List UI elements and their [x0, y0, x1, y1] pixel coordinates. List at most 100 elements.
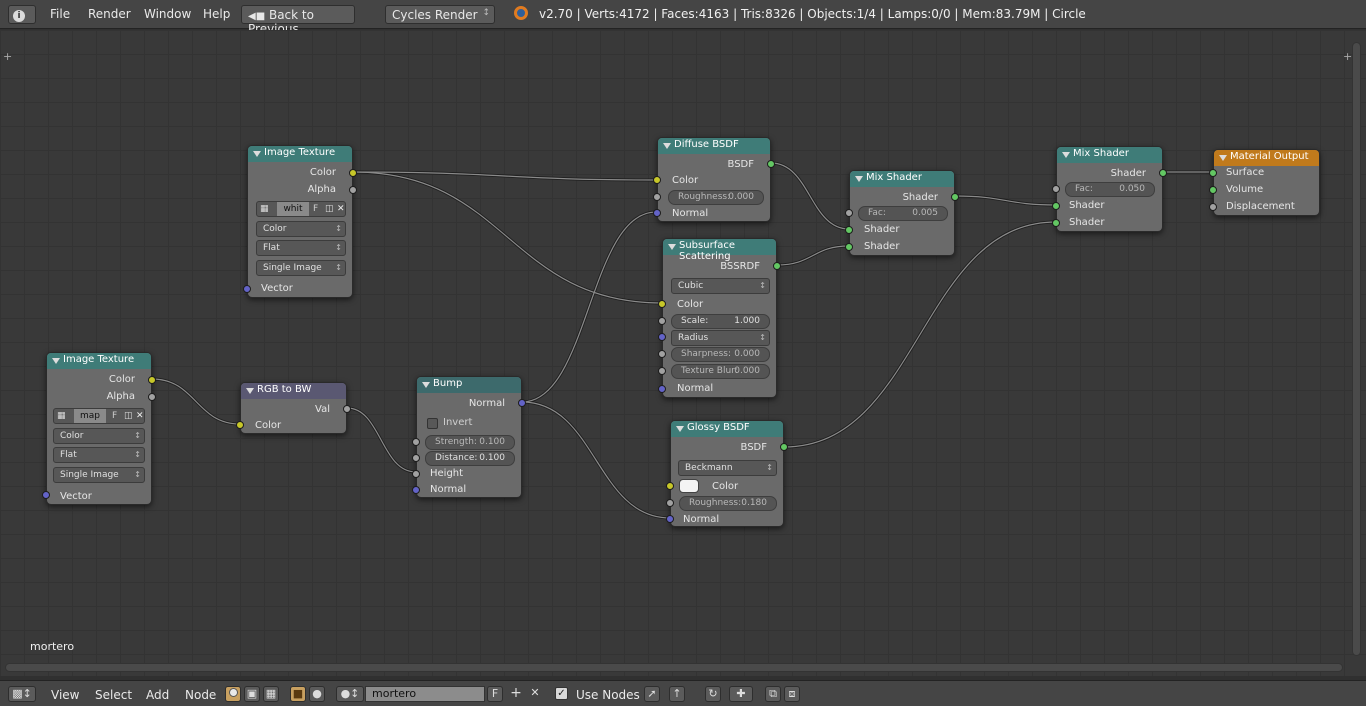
material-browse-icon[interactable]: ●↕ [336, 686, 364, 702]
image-texture-node-1[interactable]: Image Texture Color Alpha ▦ whit F ◫ ✕ C… [243, 145, 357, 298]
input-shader-socket-2[interactable] [1052, 219, 1060, 227]
input-radius-socket[interactable] [658, 333, 666, 341]
add-material-icon[interactable]: + [508, 686, 524, 702]
input-shader-socket-1[interactable] [845, 226, 853, 234]
open-folder-icon[interactable]: ◫ [325, 202, 334, 216]
node-header[interactable]: Bump [417, 377, 521, 393]
input-color-socket[interactable] [653, 176, 661, 184]
go-to-parent-icon[interactable]: ↑ [669, 686, 685, 702]
distance-field[interactable]: Distance: 0.100 [425, 451, 515, 466]
strength-field[interactable]: Strength: 0.100 [425, 435, 515, 450]
unlink-material-icon[interactable]: ✕ [527, 686, 543, 702]
image-datablock-selector[interactable]: ▦ whit F ◫ ✕ [256, 201, 346, 217]
input-sharpness-socket[interactable] [658, 350, 666, 358]
menu-window[interactable]: Window [144, 7, 191, 21]
mix-shader-node-1[interactable]: Mix Shader Shader Fac: 0.005 Shader Shad… [845, 170, 959, 256]
rgb-to-bw-node[interactable]: RGB to BW Val Color [236, 382, 351, 434]
texture-nodes-icon[interactable]: ▦ [263, 686, 279, 702]
image-texture-node-2[interactable]: Image Texture Color Alpha ▦ map F ◫ ✕ Co… [42, 352, 156, 505]
fac-field[interactable]: Fac: 0.050 [1065, 182, 1155, 197]
output-alpha-socket[interactable] [349, 186, 357, 194]
editor-type-node-button[interactable]: ▩↕ [8, 686, 36, 702]
menu-help[interactable]: Help [203, 7, 230, 21]
snap-toggle-icon[interactable]: ↻ [705, 686, 721, 702]
image-datablock-selector[interactable]: ▦ map F ◫ ✕ [53, 408, 145, 424]
node-header[interactable]: Glossy BSDF [671, 421, 783, 437]
output-bssrdf-socket[interactable] [773, 262, 781, 270]
menu-view[interactable]: View [51, 688, 79, 702]
pin-icon[interactable]: ➚ [644, 686, 660, 702]
input-normal-socket[interactable] [412, 486, 420, 494]
menu-render[interactable]: Render [88, 7, 131, 21]
input-displacement-socket[interactable] [1209, 203, 1217, 211]
bump-node[interactable]: Bump Normal Invert Strength: 0.100 Dista… [412, 376, 526, 498]
node-header[interactable]: Mix Shader [850, 171, 954, 187]
input-vector-socket[interactable] [42, 491, 50, 499]
input-normal-socket[interactable] [658, 385, 666, 393]
input-strength-socket[interactable] [412, 438, 420, 446]
source-select[interactable]: Single Image [53, 467, 145, 483]
falloff-select[interactable]: Cubic [671, 278, 770, 294]
node-header[interactable]: Diffuse BSDF [658, 138, 770, 154]
input-surface-socket[interactable] [1209, 169, 1217, 177]
output-alpha-socket[interactable] [148, 393, 156, 401]
output-color-socket[interactable] [349, 169, 357, 177]
source-select[interactable]: Single Image [256, 260, 346, 276]
fake-user-button[interactable]: F [112, 409, 117, 423]
input-fac-socket[interactable] [845, 209, 853, 217]
input-scale-socket[interactable] [658, 317, 666, 325]
projection-select[interactable]: Flat [256, 240, 346, 256]
color-space-select[interactable]: Color [53, 428, 145, 444]
menu-node[interactable]: Node [185, 688, 216, 702]
image-name-field[interactable]: whit [277, 202, 309, 216]
editor-type-info-button[interactable]: i [8, 5, 36, 24]
shader-nodes-icon[interactable] [225, 686, 241, 702]
back-to-previous-button[interactable]: ◀■ Back to Previous [241, 5, 355, 36]
input-color-socket[interactable] [658, 300, 666, 308]
properties-expand-icon[interactable]: + [1343, 50, 1352, 63]
output-bsdf-socket[interactable] [780, 443, 788, 451]
fac-field[interactable]: Fac: 0.005 [858, 206, 948, 221]
node-header[interactable]: Material Output [1214, 150, 1319, 166]
texture-blur-field[interactable]: Texture Blur: 0.000 [671, 364, 770, 379]
world-shader-icon[interactable]: ● [309, 686, 325, 702]
input-height-socket[interactable] [412, 470, 420, 478]
input-distance-socket[interactable] [412, 454, 420, 462]
input-shader-socket-1[interactable] [1052, 202, 1060, 210]
open-folder-icon[interactable]: ◫ [124, 409, 133, 423]
input-roughness-socket[interactable] [653, 193, 661, 201]
input-normal-socket[interactable] [666, 515, 674, 523]
compositing-nodes-icon[interactable]: ▣ [244, 686, 260, 702]
radius-field[interactable]: Radius [671, 330, 770, 346]
diffuse-bsdf-node[interactable]: Diffuse BSDF BSDF Color Roughness: 0.000… [653, 137, 775, 222]
menu-add[interactable]: Add [146, 688, 169, 702]
image-browse-icon[interactable]: ▦ [260, 202, 269, 216]
node-header[interactable]: Mix Shader [1057, 147, 1162, 163]
close-icon[interactable]: ✕ [337, 202, 345, 216]
output-color-socket[interactable] [148, 376, 156, 384]
object-shader-icon[interactable]: ■ [290, 686, 306, 702]
input-color-socket[interactable] [666, 482, 674, 490]
image-browse-icon[interactable]: ▦ [57, 409, 66, 423]
fake-user-button[interactable]: F [313, 202, 318, 216]
input-shader-socket-2[interactable] [845, 243, 853, 251]
scale-field[interactable]: Scale: 1.000 [671, 314, 770, 329]
output-normal-socket[interactable] [518, 399, 526, 407]
roughness-field[interactable]: Roughness: 0.000 [668, 190, 764, 205]
input-vector-socket[interactable] [243, 285, 251, 293]
vertical-scrollbar[interactable] [1352, 42, 1361, 656]
input-color-socket[interactable] [236, 421, 244, 429]
glossy-bsdf-node[interactable]: Glossy BSDF BSDF Beckmann Color Roughnes… [666, 420, 788, 527]
horizontal-scrollbar[interactable] [5, 663, 1343, 672]
menu-file[interactable]: File [50, 7, 70, 21]
snap-mode-icon[interactable]: ✚ [729, 686, 753, 702]
paste-nodes-icon[interactable]: ⧈ [784, 686, 800, 702]
copy-nodes-icon[interactable]: ⧉ [765, 686, 781, 702]
material-name-field[interactable]: mortero [365, 686, 485, 702]
use-nodes-checkbox[interactable]: ✓ [555, 687, 568, 700]
roughness-field[interactable]: Roughness: 0.180 [679, 496, 777, 511]
input-fac-socket[interactable] [1052, 185, 1060, 193]
mix-shader-node-2[interactable]: Mix Shader Shader Fac: 0.050 Shader Shad… [1052, 146, 1167, 232]
image-name-field[interactable]: map [74, 409, 106, 423]
output-val-socket[interactable] [343, 405, 351, 413]
